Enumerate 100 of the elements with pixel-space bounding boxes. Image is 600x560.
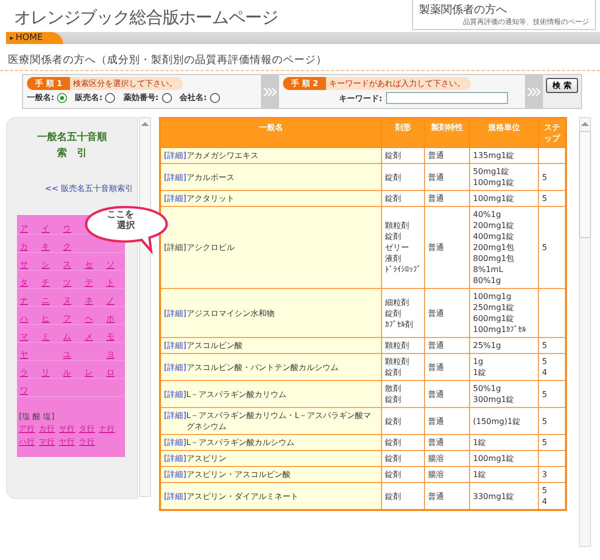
- kana-link[interactable]: シ: [42, 260, 50, 269]
- radio-label: 薬効番号:: [123, 92, 159, 103]
- search-button[interactable]: 検 索: [546, 78, 578, 93]
- kana-link[interactable]: キ: [42, 242, 50, 251]
- kana-link[interactable]: ネ: [84, 296, 93, 305]
- radio-label: 一般名:: [27, 92, 54, 103]
- detail-link[interactable]: [詳細]: [164, 388, 186, 400]
- unit-text: 400mg1錠: [473, 231, 514, 242]
- dosage-form-text: ﾄﾞﾗｲｼﾛｯﾌﾟ: [385, 264, 421, 275]
- dosage-form-text: 錠剤: [385, 469, 401, 480]
- detail-link[interactable]: [詳細]: [164, 410, 186, 421]
- kana-link[interactable]: テ: [84, 278, 93, 287]
- detail-link[interactable]: [詳細]: [164, 150, 186, 161]
- detail-link[interactable]: [詳細]: [164, 490, 186, 502]
- unit-text: 330mg1錠: [473, 490, 514, 502]
- salt-heading: [塩 酸 塩]: [18, 411, 56, 423]
- unit-text: 135mg1錠: [473, 150, 514, 161]
- kana-link[interactable]: メ: [84, 332, 93, 341]
- drug-name: アジスロマイシン水和物: [186, 308, 276, 318]
- unit-text: 1錠: [473, 469, 486, 480]
- kana-link[interactable]: ナ: [20, 296, 28, 305]
- kana-link[interactable]: ヘ: [84, 314, 93, 323]
- kana-link[interactable]: ノ: [106, 296, 114, 305]
- kana-link[interactable]: ツ: [63, 278, 72, 287]
- kana-link[interactable]: ラ: [20, 368, 28, 377]
- kana-link[interactable]: ヨ: [106, 350, 114, 359]
- kana-link[interactable]: ル: [63, 368, 72, 377]
- radio-button[interactable]: [57, 92, 68, 102]
- kana-link[interactable]: リ: [42, 368, 50, 377]
- unit-text: (150mg)1錠: [473, 416, 520, 426]
- kana-link[interactable]: ウ: [63, 224, 72, 233]
- site-title: オレンジブック総合版ホームページ: [13, 7, 278, 29]
- kana-link[interactable]: カ: [20, 242, 28, 251]
- radio-button[interactable]: [210, 92, 220, 102]
- kana-link[interactable]: ト: [106, 278, 114, 287]
- kana-link[interactable]: サ: [20, 260, 28, 269]
- kana-link[interactable]: ア: [20, 224, 28, 233]
- kana-link[interactable]: ミ: [42, 332, 50, 341]
- callout-text: 選択: [117, 221, 135, 232]
- column-header: 規格単位: [470, 118, 538, 148]
- kana-link[interactable]: マ: [20, 332, 28, 341]
- detail-link[interactable]: [詳細]: [164, 469, 186, 480]
- kana-link[interactable]: ス: [63, 260, 72, 269]
- unit-text: 1g: [473, 356, 484, 367]
- kana-link[interactable]: イ: [42, 224, 50, 233]
- dosage-form-text: 錠剤: [385, 490, 401, 502]
- kana-link[interactable]: タ: [20, 278, 28, 287]
- kana-link[interactable]: ユ: [63, 350, 72, 359]
- brand-index-link[interactable]: << 販売名五十音順索引: [45, 184, 133, 193]
- detail-link[interactable]: [詳細]: [164, 242, 186, 253]
- kana-link[interactable]: ワ: [20, 386, 28, 395]
- kana-link[interactable]: ホ: [106, 314, 114, 323]
- kana-link[interactable]: モ: [106, 332, 114, 341]
- scrollbar[interactable]: [579, 117, 591, 547]
- detail-link[interactable]: [詳細]: [164, 308, 186, 318]
- kana-link[interactable]: セ: [84, 260, 93, 269]
- kana-link[interactable]: ク: [63, 242, 72, 251]
- detail-link[interactable]: [詳細]: [164, 453, 186, 464]
- kana-link[interactable]: ヤ: [20, 350, 28, 359]
- drug-name: L－アスパラギン酸カリウム: [186, 388, 288, 400]
- step-badge: 手 順 1: [27, 77, 70, 90]
- detail-link[interactable]: [詳細]: [164, 362, 186, 372]
- property-text: 普通: [428, 243, 444, 252]
- property-text: 普通: [428, 194, 444, 203]
- up-arrow-icon[interactable]: [581, 120, 589, 126]
- detail-link[interactable]: [詳細]: [164, 193, 186, 204]
- drug-name: アシクロビル: [186, 242, 236, 253]
- detail-link[interactable]: [詳細]: [164, 172, 186, 182]
- column-header: 製剤特性: [424, 118, 470, 148]
- kana-link[interactable]: ヒ: [42, 314, 50, 323]
- unit-text: 50%1g: [473, 383, 501, 394]
- kana-link[interactable]: ム: [63, 332, 72, 341]
- kana-link[interactable]: フ: [63, 314, 72, 323]
- kana-link[interactable]: ソ: [106, 260, 114, 269]
- drug-name: アカメガシワエキス: [186, 150, 260, 161]
- radio-button[interactable]: [105, 92, 116, 102]
- unit-text: 600mg1錠: [473, 313, 514, 324]
- kana-link[interactable]: レ: [84, 368, 93, 377]
- kana-link[interactable]: ニ: [42, 296, 50, 305]
- keyword-field[interactable]: [386, 92, 508, 104]
- detail-link[interactable]: [詳細]: [164, 340, 186, 351]
- unit-text: 100mg1g: [473, 291, 512, 302]
- kana-link[interactable]: ロ: [106, 368, 114, 377]
- step-instruction: 検索区分を選択して下さい。: [70, 77, 184, 90]
- property-text: 腸溶: [428, 454, 444, 463]
- step-text: 5: [542, 172, 548, 182]
- property-text: 普通: [428, 492, 444, 500]
- scrollbar[interactable]: [139, 117, 151, 497]
- drug-name: アスピリン・ダイアルミネート: [186, 490, 300, 502]
- property-text: 普通: [428, 416, 444, 426]
- property-text: 普通: [428, 390, 444, 398]
- radio-button[interactable]: [162, 92, 172, 102]
- step-text: 5: [542, 485, 548, 496]
- kana-link[interactable]: ヌ: [63, 296, 72, 305]
- detail-link[interactable]: [詳細]: [164, 437, 186, 448]
- kana-link[interactable]: ハ: [20, 314, 28, 323]
- kana-link[interactable]: チ: [42, 278, 50, 287]
- unit-text: 8%1mL: [473, 264, 504, 275]
- property-text: 普通: [428, 438, 444, 447]
- up-arrow-icon[interactable]: [141, 120, 149, 126]
